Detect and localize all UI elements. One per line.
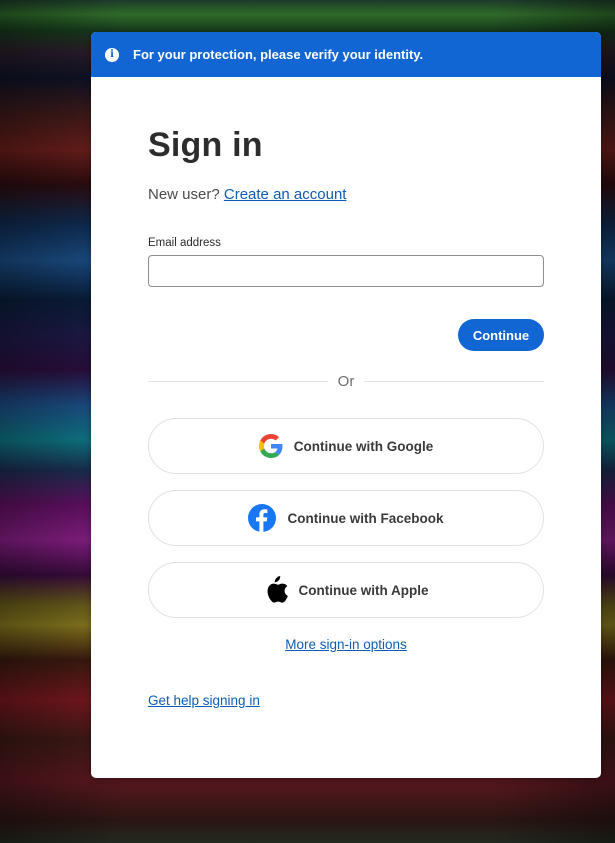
help-row: Get help signing in: [148, 693, 544, 708]
google-icon: [258, 434, 283, 458]
new-user-prompt: New user? Create an account: [148, 186, 544, 203]
facebook-icon: [248, 504, 277, 532]
signin-card: i For your protection, please verify you…: [91, 32, 601, 778]
apple-button-label: Continue with Apple: [298, 582, 429, 598]
facebook-button-label: Continue with Facebook: [287, 510, 444, 526]
verification-banner: i For your protection, please verify you…: [91, 32, 601, 77]
email-field[interactable]: [148, 255, 544, 287]
signin-form: Sign in New user? Create an account Emai…: [91, 126, 601, 708]
banner-message: For your protection, please verify your …: [133, 47, 424, 62]
or-divider: Or: [148, 373, 545, 390]
divider-line-left: [148, 381, 328, 382]
info-icon: i: [105, 47, 119, 62]
continue-button[interactable]: Continue: [458, 319, 544, 351]
new-user-text: New user?: [148, 186, 220, 203]
continue-with-facebook-button[interactable]: Continue with Facebook: [148, 490, 544, 546]
get-help-link[interactable]: Get help signing in: [148, 693, 260, 708]
email-label: Email address: [148, 237, 221, 249]
continue-with-google-button[interactable]: Continue with Google: [148, 418, 544, 474]
continue-row: Continue: [148, 319, 544, 351]
apple-icon: [264, 576, 288, 604]
create-account-link[interactable]: Create an account: [224, 186, 347, 203]
or-text: Or: [337, 373, 355, 390]
more-options-row: More sign-in options: [148, 637, 544, 652]
google-button-label: Continue with Google: [293, 438, 434, 454]
more-sign-in-options-link[interactable]: More sign-in options: [285, 637, 407, 652]
divider-line-right: [364, 381, 545, 382]
page-title: Sign in: [148, 126, 263, 164]
continue-with-apple-button[interactable]: Continue with Apple: [148, 562, 544, 618]
